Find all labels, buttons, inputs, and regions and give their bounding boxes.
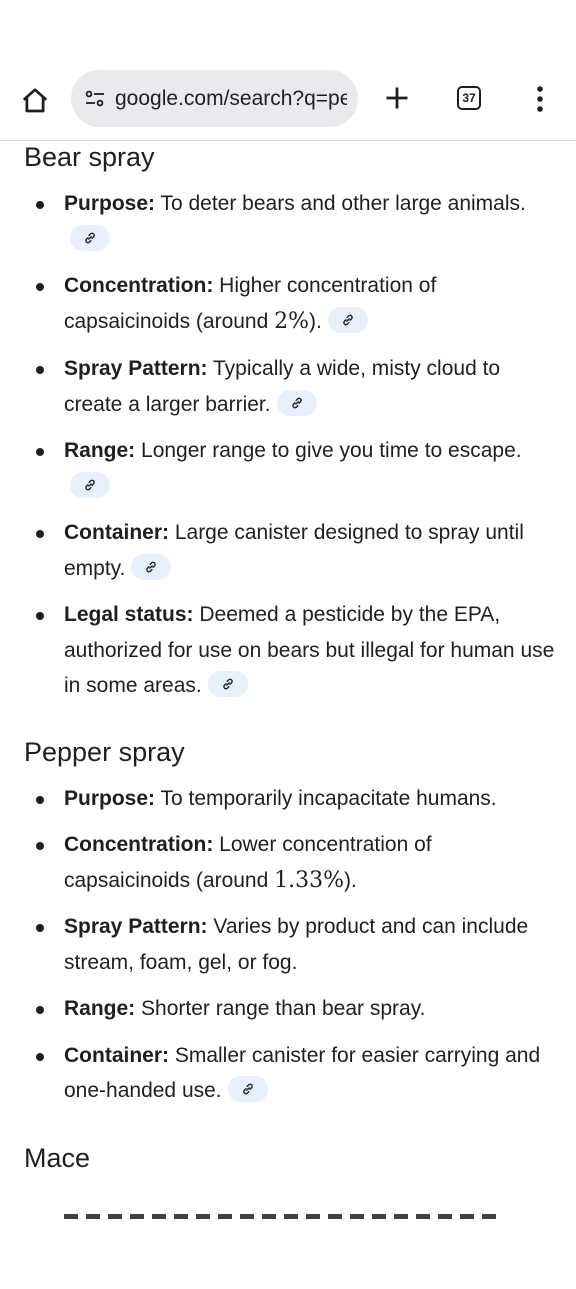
source-link-button[interactable] (227, 1076, 268, 1103)
item-label: Spray Pattern: (64, 357, 208, 380)
link-icon (146, 561, 157, 573)
source-link-button[interactable] (276, 389, 317, 416)
source-link-button[interactable] (131, 553, 172, 580)
item-text: Longer range to give you time to escape. (135, 439, 522, 462)
item-label: Range: (64, 439, 136, 462)
list-item: Purpose: To deter bears and other large … (0, 186, 576, 257)
item-label: Container: (64, 521, 169, 544)
bullet (36, 283, 44, 291)
link-icon (85, 232, 95, 244)
list-item: Container: Large canister designed to sp… (0, 515, 576, 586)
more-vert-icon (537, 86, 543, 112)
bullet (36, 448, 44, 456)
list-item: Concentration: Lower concentration of ca… (0, 827, 576, 898)
bullet (36, 842, 44, 850)
list-item: Spray Pattern: Typically a wide, misty c… (0, 351, 576, 422)
home-icon (22, 88, 48, 113)
bullet (36, 1052, 44, 1061)
item-text: Shorter range than bear spray. (135, 997, 426, 1020)
item-label: Concentration: (64, 274, 214, 297)
bullet (36, 201, 44, 209)
section-title-mace: Mace (24, 1142, 91, 1173)
bullet (36, 612, 44, 620)
item-label: Concentration: (64, 833, 214, 856)
source-link-button[interactable] (70, 224, 110, 251)
item-value: 2% (274, 308, 310, 334)
source-link-button[interactable] (327, 306, 368, 333)
item-label: Purpose: (64, 192, 156, 215)
bullet (36, 530, 44, 538)
bullet (36, 366, 44, 374)
item-label: Range: (64, 997, 136, 1020)
item-text: To temporarily incapacitate humans. (155, 786, 497, 810)
more-menu-button[interactable] (528, 82, 552, 116)
item-text: ). (344, 868, 357, 892)
list-item: Legal status: Deemed a pesticide by the … (0, 597, 576, 704)
list-item: Range: Shorter range than bear spray. (0, 991, 576, 1027)
url-text[interactable]: google.com/search?q=pe (115, 87, 347, 111)
bullet (36, 1006, 44, 1014)
link-icon (223, 679, 233, 690)
item-label: Purpose: (64, 786, 156, 810)
item-text: ). (309, 309, 322, 333)
tab-count: 37 (462, 91, 476, 105)
new-tab-button[interactable] (380, 81, 414, 115)
list-item: Purpose: To temporarily incapacitate hum… (0, 781, 576, 817)
item-label: Legal status: (64, 603, 194, 626)
section-title-bear-spray: Bear spray (24, 142, 155, 172)
search-result-content: Bear spray Purpose: To deter bears and o… (0, 141, 576, 1219)
link-icon (291, 397, 302, 409)
bear-spray-list: Purpose: To deter bears and other large … (0, 186, 576, 704)
link-icon (343, 314, 353, 326)
link-icon (242, 1084, 253, 1095)
bullet (36, 795, 44, 804)
home-button[interactable] (18, 84, 52, 118)
status-bar-area (0, 0, 576, 70)
list-item: Range: Longer range to give you time to … (0, 433, 576, 504)
link-icon (85, 479, 95, 491)
item-value: 1.33% (274, 867, 345, 893)
pepper-spray-list: Purpose: To temporarily incapacitate hum… (0, 781, 576, 1109)
source-link-button[interactable] (70, 471, 110, 498)
source-link-button[interactable] (207, 671, 248, 698)
item-label: Container: (64, 1043, 169, 1067)
clipped-text-line (64, 1209, 504, 1219)
bullet (36, 924, 44, 932)
item-label: Spray Pattern: (64, 915, 208, 938)
tune-icon[interactable] (83, 87, 107, 111)
list-item: Concentration: Higher concentration of c… (0, 268, 576, 339)
list-item: Spray Pattern: Varies by product and can… (0, 909, 576, 980)
tab-switcher-button[interactable]: 37 (457, 86, 481, 110)
address-bar[interactable]: google.com/search?q=pe (71, 70, 358, 127)
list-item: Container: Smaller canister for easier c… (0, 1038, 576, 1109)
item-text: To deter bears and other large animals. (155, 192, 526, 215)
browser-toolbar: google.com/search?q=pe 37 (0, 70, 576, 141)
section-title-pepper-spray: Pepper spray (24, 736, 185, 767)
plus-icon (386, 87, 408, 109)
